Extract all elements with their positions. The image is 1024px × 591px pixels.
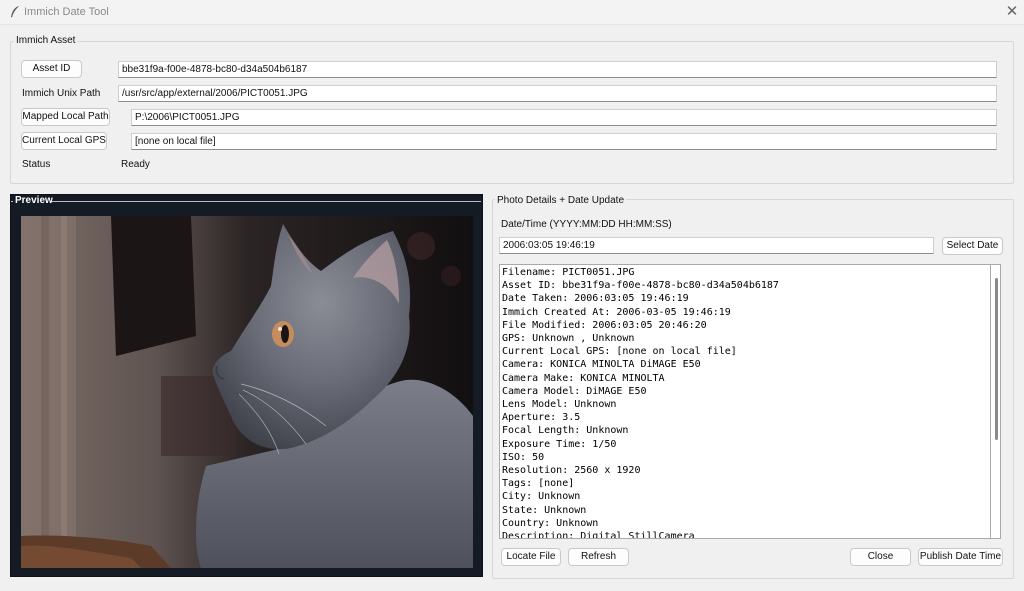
details-line: Tags: [none] xyxy=(502,478,575,490)
datetime-label: Date/Time (YYYY:MM:DD HH:MM:SS) xyxy=(501,219,672,230)
details-line: Lens Model: Unknown xyxy=(502,399,617,410)
details-line: Current Local GPS: [none on local file] xyxy=(502,346,737,358)
locate-file-button[interactable]: Locate File xyxy=(501,548,561,566)
status-value: Ready xyxy=(121,159,150,170)
datetime-input[interactable]: 2006:03:05 19:46:19 xyxy=(499,237,934,254)
refresh-button[interactable]: Refresh xyxy=(568,548,629,566)
details-line: Camera Make: KONICA MINOLTA xyxy=(502,372,665,384)
details-line: Focal Length: Unknown xyxy=(502,425,629,437)
photo-details-group-title: Photo Details + Date Update xyxy=(495,195,627,206)
details-scrollbar-thumb[interactable] xyxy=(995,278,998,440)
details-line: Camera Model: DiMAGE E50 xyxy=(502,385,647,397)
select-date-button[interactable]: Select Date xyxy=(942,237,1003,255)
publish-date-time-button[interactable]: Publish Date Time xyxy=(918,548,1003,566)
immich-asset-group-title: Immich Asset xyxy=(14,35,78,46)
details-line: GPS: Unknown , Unknown xyxy=(502,333,635,344)
unix-path-label: Immich Unix Path xyxy=(22,88,101,99)
details-line: Filename: PICT0051.JPG xyxy=(502,267,635,278)
window-close-button[interactable]: ✕ xyxy=(1004,3,1020,21)
title-bar: Immich Date Tool ✕ xyxy=(0,0,1024,25)
details-line: ISO: 50 xyxy=(502,451,545,463)
current-local-gps-button[interactable]: Current Local GPS xyxy=(21,132,107,150)
details-line: Immich Created At: 2006-03-05 19:46:19 xyxy=(502,306,731,318)
details-line: Camera: KONICA MINOLTA DiMAGE E50 xyxy=(502,359,701,371)
details-line: File Modified: 2006:03:05 20:46:20 xyxy=(502,319,707,331)
details-line: Resolution: 2560 x 1920 xyxy=(502,465,641,476)
mapped-local-path-button[interactable]: Mapped Local Path xyxy=(21,108,110,126)
current-local-gps-field[interactable]: [none on local file] xyxy=(131,133,997,150)
details-line: State: Unknown xyxy=(502,504,587,516)
asset-id-button[interactable]: Asset ID xyxy=(21,60,82,78)
close-button[interactable]: Close xyxy=(850,548,911,566)
details-line: Aperture: 3.5 xyxy=(502,412,581,424)
details-line: Country: Unknown xyxy=(502,517,599,529)
preview-image xyxy=(21,216,473,568)
details-line: Exposure Time: 1/50 xyxy=(502,438,617,450)
photo-details-text[interactable]: Filename: PICT0051.JPG Asset ID: bbe31f9a… xyxy=(499,264,991,539)
feather-pen-icon xyxy=(11,6,19,18)
details-line: Description: Digital StillCamera xyxy=(502,531,695,539)
asset-id-field[interactable]: bbe31f9a-f00e-4878-bc80-d34a504b6187 xyxy=(118,61,997,78)
details-line: Date Taken: 2006:03:05 19:46:19 xyxy=(502,293,689,305)
status-label: Status xyxy=(22,159,51,170)
mapped-local-path-field[interactable]: P:\2006\PICT0051.JPG xyxy=(131,109,997,126)
preview-divider-right xyxy=(52,201,481,202)
details-line: City: Unknown xyxy=(502,491,581,503)
unix-path-field[interactable]: /usr/src/app/external/2006/PICT0051.JPG xyxy=(118,85,997,102)
preview-title: Preview xyxy=(13,195,55,206)
window-title: Immich Date Tool xyxy=(24,6,109,18)
details-line: Asset ID: bbe31f9a-f00e-4878-bc80-d34a50… xyxy=(502,280,779,292)
